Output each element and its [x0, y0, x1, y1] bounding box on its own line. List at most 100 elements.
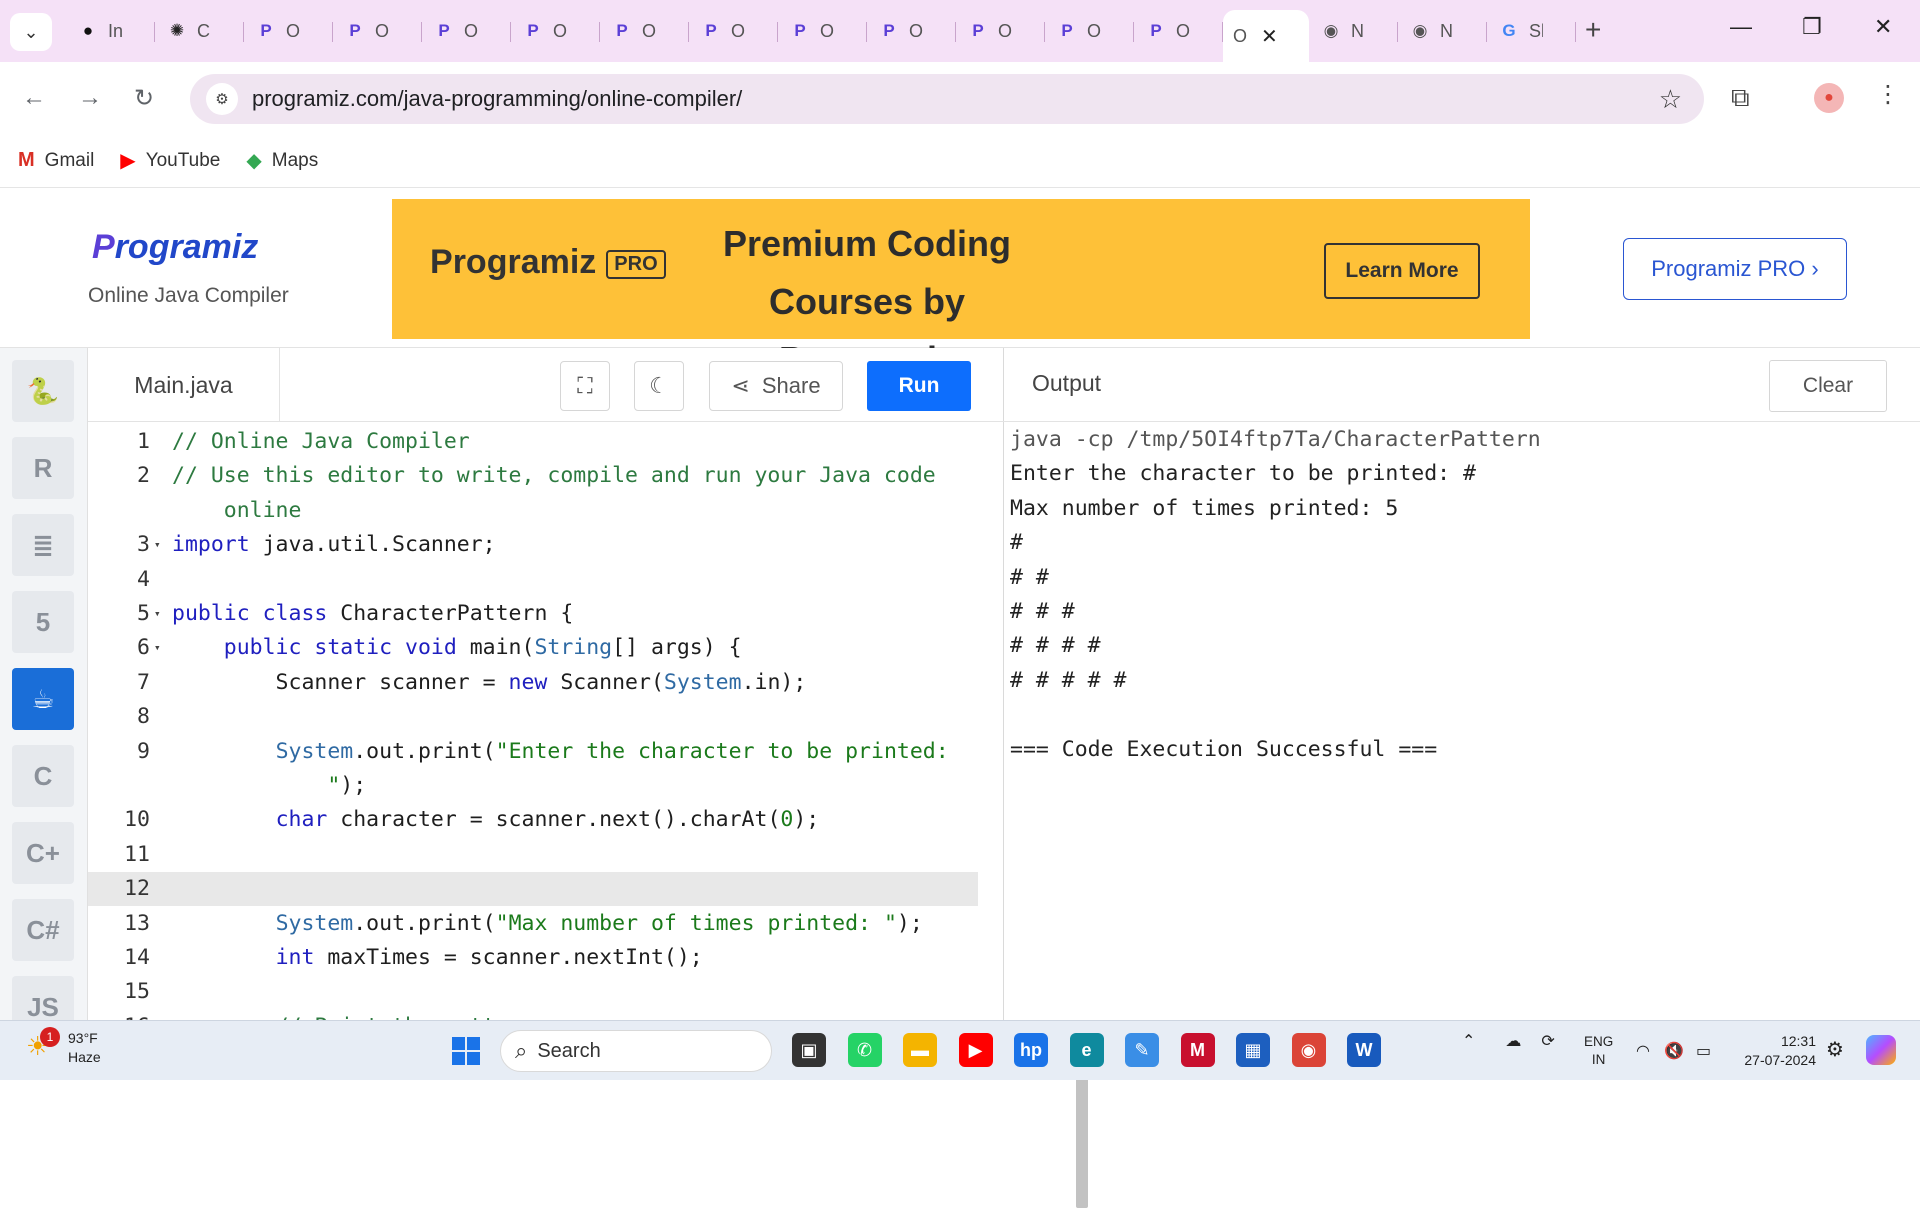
code-line[interactable]: 8 [88, 700, 978, 734]
close-window-button[interactable]: ✕ [1874, 14, 1892, 40]
browser-tab[interactable]: PO [689, 10, 778, 52]
code-line[interactable]: 16 // Print the pattern [88, 1010, 978, 1020]
code-line[interactable]: 3 ▾ import java.util.Scanner; [88, 528, 978, 562]
programiz-pro-button[interactable]: Programiz PRO › [1623, 238, 1847, 300]
bookmark-gmail[interactable]: M Gmail [18, 149, 94, 172]
fold-arrow-icon[interactable]: ▾ [154, 528, 161, 562]
browser-tab[interactable]: PO [422, 10, 511, 52]
promo-banner[interactable]: ProgramizPRO Premium CodingCourses by Pr… [392, 199, 1530, 380]
code-line[interactable]: 1 // Online Java Compiler [88, 425, 978, 459]
c-icon[interactable]: C [12, 745, 74, 807]
run-button[interactable]: Run [867, 361, 971, 411]
code-line[interactable]: 11 [88, 838, 978, 872]
code-line[interactable]: 12 [88, 872, 978, 907]
browser-menu-icon[interactable]: ⋮ [1876, 80, 1900, 109]
chrome-icon[interactable]: ◉ [1291, 1033, 1326, 1067]
whatsapp-icon[interactable]: ✆ [847, 1033, 882, 1067]
browser-tab[interactable]: ◉ N [1398, 10, 1487, 52]
battery-icon[interactable]: ▭ [1696, 1041, 1711, 1061]
address-bar[interactable]: ⚙ programiz.com/java-programming/online-… [190, 74, 1704, 124]
profile-avatar[interactable]: ● [1814, 83, 1844, 113]
url-text[interactable]: programiz.com/java-programming/online-co… [252, 86, 742, 112]
learn-more-button[interactable]: Learn More [1324, 243, 1480, 299]
minimize-button[interactable]: — [1730, 14, 1752, 40]
bookmark-star-icon[interactable]: ☆ [1659, 84, 1682, 115]
browser-tab[interactable]: PO [778, 10, 867, 52]
copilot-icon[interactable]: ✎ [1125, 1033, 1159, 1067]
code-line[interactable]: 9 System.out.print("Enter the character … [88, 735, 978, 769]
language-indicator[interactable]: ENG IN [1584, 1033, 1613, 1069]
edge-icon[interactable]: e [1069, 1033, 1104, 1067]
close-icon[interactable]: ✕ [1261, 24, 1278, 49]
browser-tab[interactable]: PO [956, 10, 1045, 52]
chevron-up-icon[interactable]: ⌃ [1462, 1031, 1475, 1051]
mcafee-icon[interactable]: M [1180, 1033, 1215, 1067]
word-icon[interactable]: W [1347, 1033, 1381, 1067]
browser-tab[interactable]: PO [1045, 10, 1134, 52]
output-console[interactable]: java -cp /tmp/5OI4ftp7Ta/CharacterPatter… [1010, 423, 1541, 767]
code-line[interactable]: 14 int maxTimes = scanner.nextInt(); [88, 941, 978, 975]
java-icon[interactable]: ☕ [12, 668, 74, 730]
back-button[interactable]: ← [22, 84, 46, 112]
share-button[interactable]: ⋖ Share [709, 361, 843, 411]
cloud-icon[interactable]: ☁ [1505, 1031, 1521, 1051]
tab-search-button[interactable]: ⌄ [10, 13, 52, 51]
code-line[interactable]: 2 // Use this editor to write, compile an… [88, 459, 978, 493]
youtube-icon[interactable]: ▶ [958, 1033, 993, 1067]
file-explorer-icon[interactable]: ▬ [903, 1033, 937, 1067]
clock[interactable]: 12:31 27-07-2024 [1738, 1032, 1816, 1070]
code-line[interactable]: 15 [88, 975, 978, 1009]
code-line[interactable]: 5 ▾ public class CharacterPattern { [88, 597, 978, 631]
code-area[interactable]: 1 // Online Java Compiler 2 // Use this edi… [88, 422, 992, 1020]
fold-arrow-icon[interactable]: ▾ [154, 631, 161, 665]
browser-tab[interactable]: PO [244, 10, 333, 52]
code-line[interactable]: online [88, 494, 978, 528]
site-info-icon[interactable]: ⚙ [206, 83, 238, 115]
extensions-icon[interactable]: ⧉ [1731, 82, 1750, 114]
csharp-icon[interactable]: C# [12, 899, 74, 961]
restore-button[interactable]: ❐ [1802, 14, 1822, 40]
copilot-icon[interactable] [1866, 1035, 1896, 1065]
browser-tab[interactable]: ✺ Cl [155, 10, 244, 52]
python-icon[interactable]: 🐍 [12, 360, 74, 422]
clear-button[interactable]: Clear [1769, 360, 1887, 412]
reload-button[interactable]: ↻ [134, 84, 154, 113]
code-line[interactable]: 10 char character = scanner.next().charA… [88, 803, 978, 837]
task-view-icon[interactable]: ▣ [792, 1033, 826, 1067]
store-icon[interactable]: ▦ [1236, 1033, 1270, 1067]
browser-tab[interactable]: ◉ N [1309, 10, 1398, 52]
code-line[interactable]: 6 ▾ public static void main(String[] args… [88, 631, 978, 665]
code-line[interactable]: "); [88, 769, 978, 803]
programiz-logo[interactable]: Programiz [92, 228, 258, 267]
settings-icon[interactable]: ⚙ [1826, 1037, 1844, 1062]
speaker-muted-icon[interactable]: 🔇 [1664, 1041, 1684, 1061]
sql-icon[interactable]: ≣ [12, 514, 74, 576]
myhp-icon[interactable]: hp [1014, 1033, 1048, 1067]
fold-arrow-icon[interactable]: ▾ [154, 597, 161, 631]
browser-tab[interactable]: ● In [66, 10, 155, 52]
bookmark-youtube[interactable]: ▶ YouTube [120, 148, 220, 173]
browser-tab[interactable]: PO [511, 10, 600, 52]
windows-start-icon[interactable] [452, 1037, 480, 1065]
bookmark-maps[interactable]: ◆ Maps [246, 148, 318, 173]
browser-tab[interactable]: PO [600, 10, 689, 52]
browser-tab[interactable]: PO [333, 10, 422, 52]
cplusplus-icon[interactable]: C+ [12, 822, 74, 884]
sync-icon[interactable]: ⟳ [1541, 1031, 1554, 1051]
wifi-icon[interactable]: ◠ [1636, 1041, 1650, 1061]
code-line[interactable]: 13 System.out.print("Max number of times… [88, 907, 978, 941]
html5-icon[interactable]: 5 [12, 591, 74, 653]
browser-tab[interactable]: G Sk [1487, 10, 1576, 52]
taskbar-search[interactable]: ⌕ Search [500, 1030, 772, 1072]
weather-widget[interactable]: ☀ 1 93°F Haze [26, 1027, 101, 1067]
dark-mode-button[interactable]: ☾ [634, 361, 684, 411]
forward-button[interactable]: → [78, 84, 102, 112]
browser-tab[interactable]: PO [1134, 10, 1223, 52]
r-icon[interactable]: R [12, 437, 74, 499]
browser-tab-active[interactable]: O ✕ [1223, 10, 1309, 62]
code-line[interactable]: 7 Scanner scanner = new Scanner(System.i… [88, 666, 978, 700]
code-line[interactable]: 4 [88, 563, 978, 597]
browser-tab[interactable]: PO [867, 10, 956, 52]
new-tab-button[interactable]: + [1585, 14, 1601, 46]
fullscreen-button[interactable]: ⛶ [560, 361, 610, 411]
